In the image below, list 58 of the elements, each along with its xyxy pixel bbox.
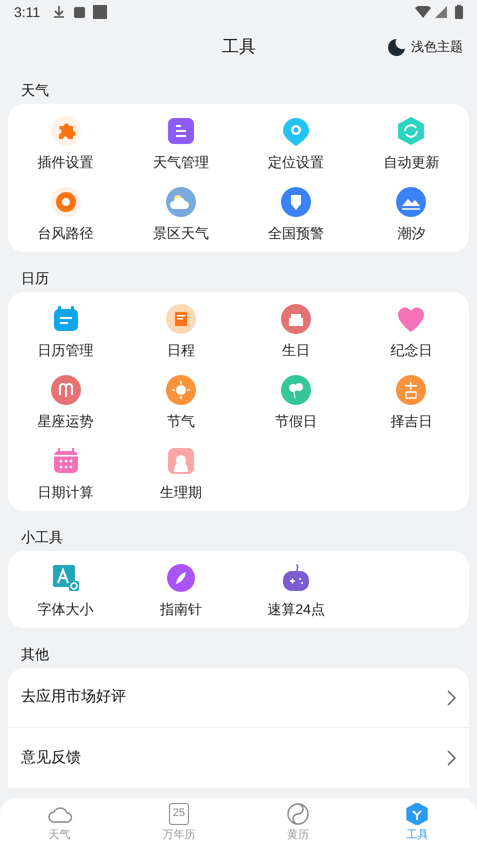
moon-icon [388,38,405,56]
download-icon [54,6,64,18]
tool-button[interactable]: 生理期 [123,437,238,508]
gamepad-icon [281,563,312,593]
sun-cloud-icon [166,187,196,217]
tool-button[interactable]: 潮汐 [354,178,469,249]
chevron-right-icon [447,690,456,706]
signal-icon [435,6,447,18]
tool-button[interactable]: 星座运势 [8,366,124,437]
font-size-icon [50,563,81,593]
tool-button[interactable]: 全国预警 [238,178,354,249]
refresh-icon [396,116,426,146]
tool-button[interactable]: 速算24点 [238,554,354,625]
tool-button[interactable]: 指南针 [123,554,238,625]
tool-button[interactable]: 择吉日 [354,366,469,437]
tool-button[interactable]: 定位设置 [238,107,354,178]
theme-toggle-button[interactable]: 浅色主题 [388,37,463,57]
tool-button[interactable]: 插件设置 [8,107,124,178]
tool-button[interactable]: 生日 [238,295,354,366]
section-title: 小工具 [20,528,64,547]
tab[interactable]: 25 万年历 [119,798,238,847]
tool-button[interactable]: 纪念日 [354,295,469,366]
shield-icon [281,187,312,217]
yin-yang-icon [287,803,310,825]
tool-button[interactable]: 节假日 [238,366,354,437]
page-title: 工具 [222,36,256,58]
tool-button[interactable]: 台风路径 [8,178,124,249]
tool-button[interactable]: 日期计算 [8,437,124,508]
notification-icon [74,6,86,18]
document-icon [166,116,196,146]
woman-figure-icon [166,446,196,476]
puzzle-icon [50,116,81,146]
section-title: 天气 [20,81,50,100]
section-title: 日历 [20,269,50,288]
settings-row[interactable]: 去应用市场好评 [8,668,469,728]
notepad-icon [166,304,196,334]
battery-icon [455,5,463,19]
aries-icon [50,375,81,405]
tool-button[interactable]: 自动更新 [354,107,469,178]
compass-icon [166,563,196,593]
wave-icon [396,187,426,217]
chevron-right-icon [447,750,456,766]
tool-button[interactable]: 天气管理 [123,107,238,178]
tool-button[interactable]: 节气 [123,366,238,437]
tool-button[interactable]: 字体大小 [8,554,124,625]
tools-hexagon-icon [406,803,428,825]
section-title: 其他 [20,645,50,664]
tool-button[interactable]: 景区天气 [123,178,238,249]
status-time: 3:11 [14,2,40,22]
notification-icon [93,5,108,19]
tool-button[interactable]: 日历管理 [8,295,124,366]
settings-row[interactable]: 意见反馈 [8,728,469,788]
tool-button[interactable]: 日程 [123,295,238,366]
balloon-icon [281,375,312,405]
location-pin-icon [281,116,312,146]
wifi-icon [415,6,431,18]
sun-icon [166,375,196,405]
calendar-date-icon: 25 [168,803,189,825]
